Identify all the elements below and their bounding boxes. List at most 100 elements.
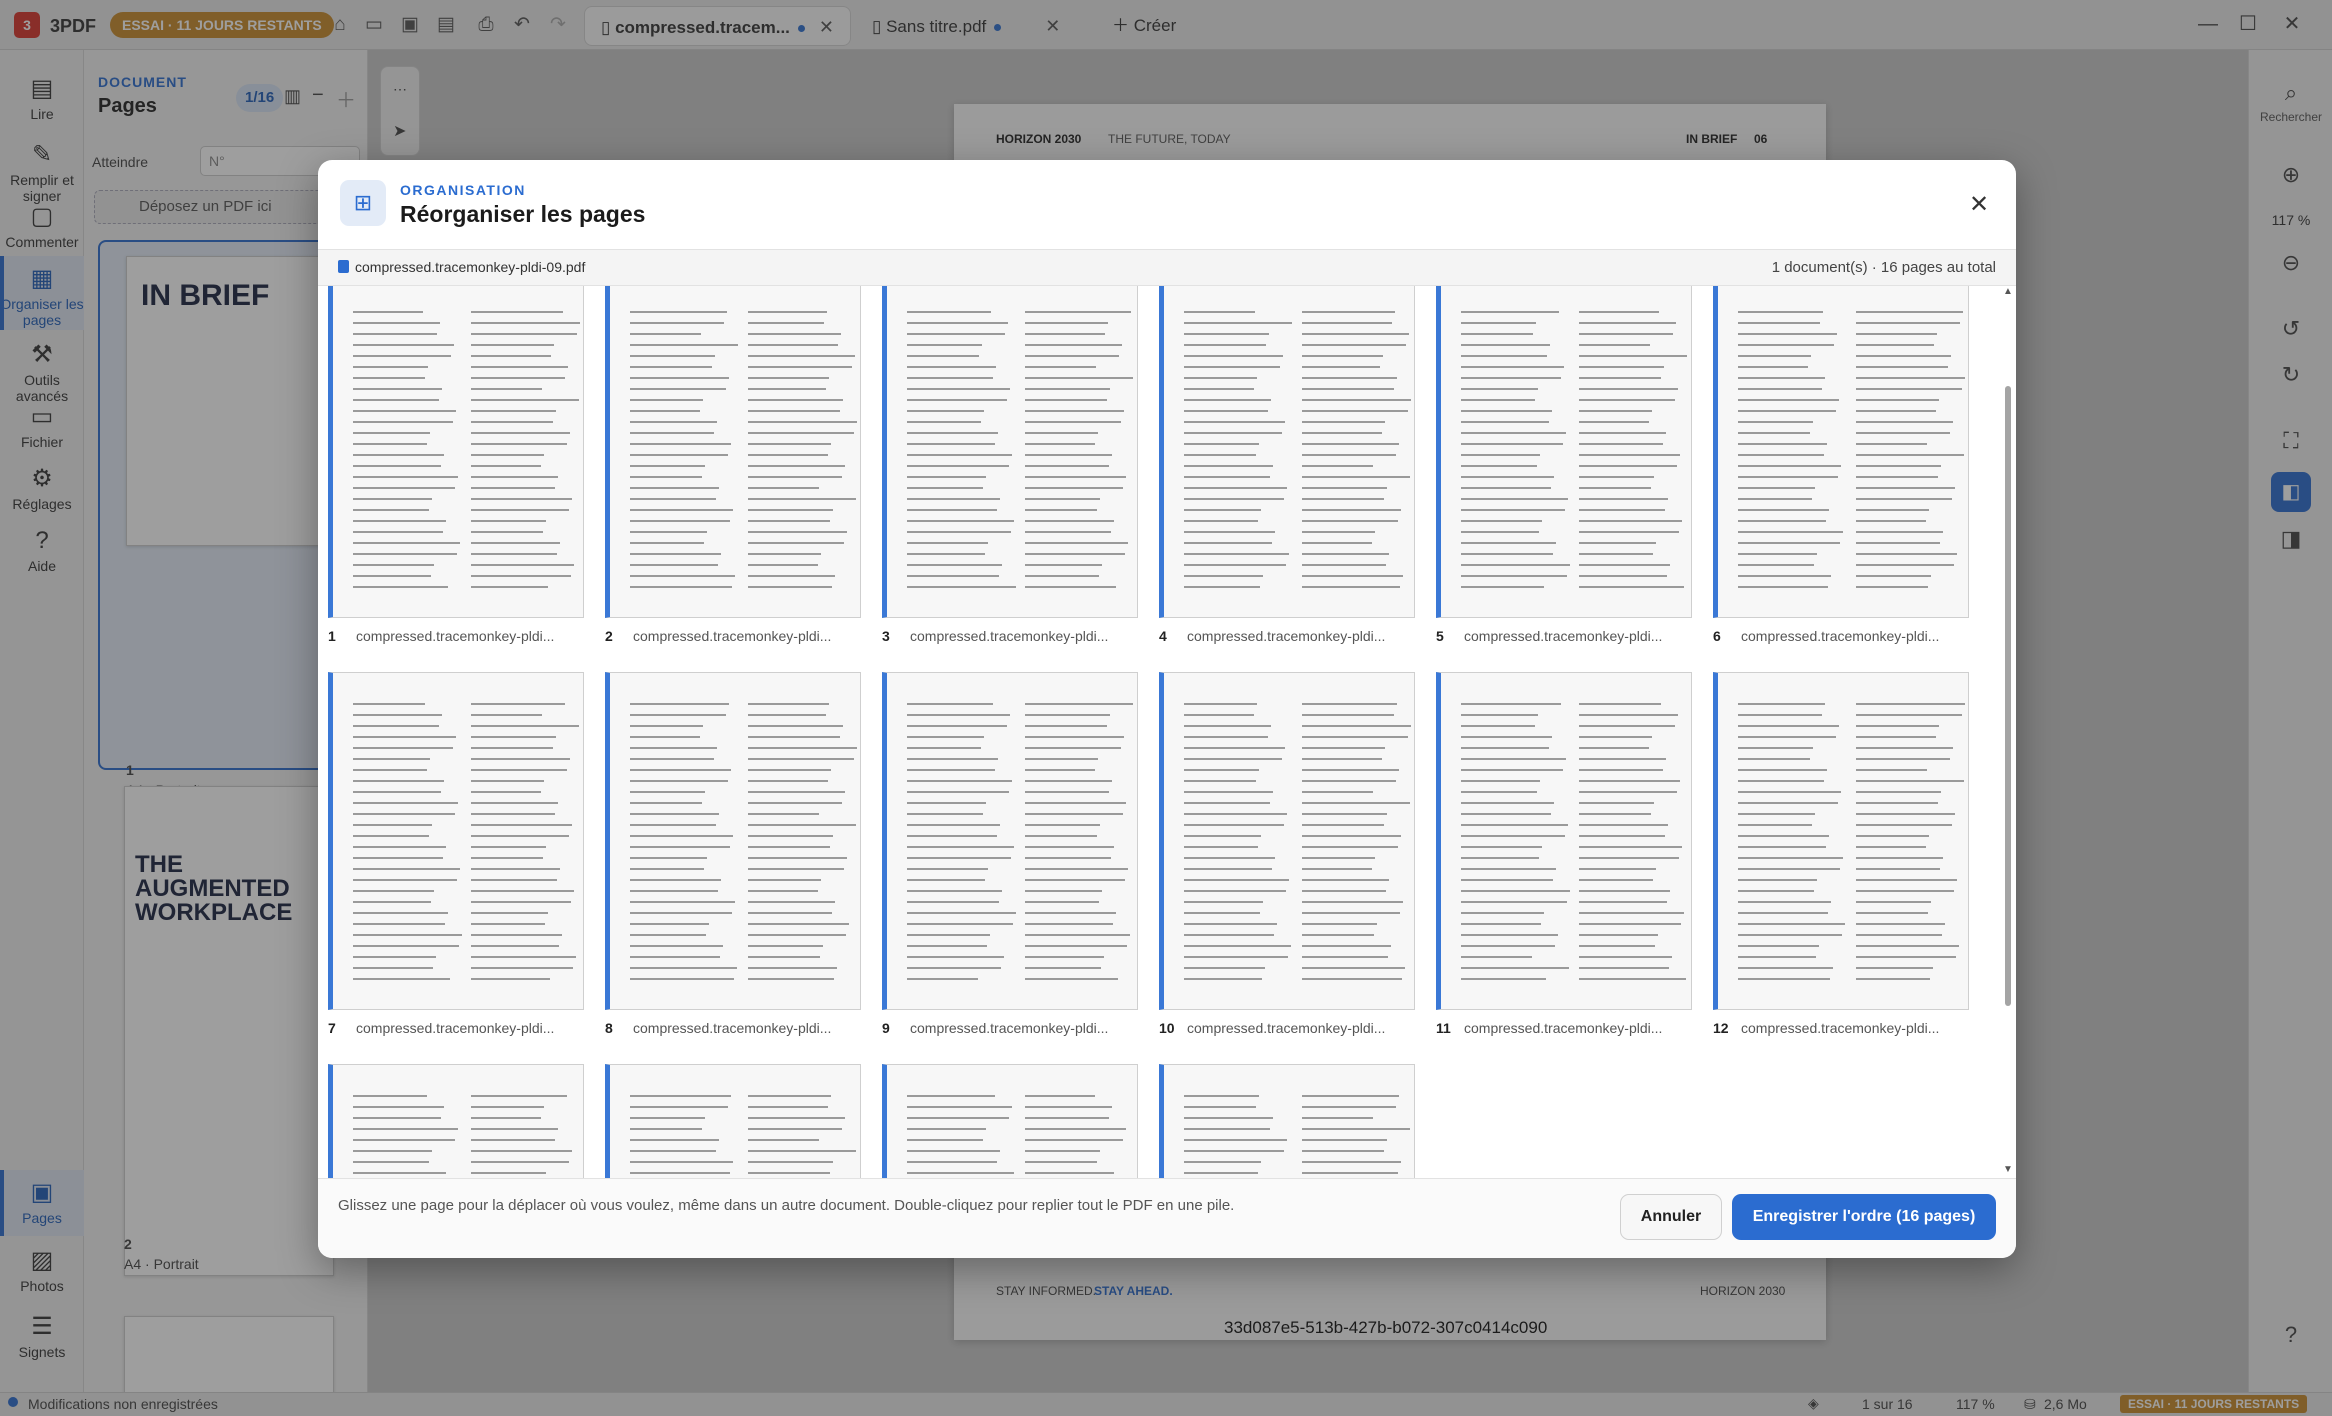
page-thumbnail[interactable] [605, 1064, 861, 1178]
text-line [471, 377, 565, 379]
text-line [630, 978, 734, 980]
scroll-up-icon[interactable]: ▲ [2002, 286, 2014, 297]
text-line [1184, 333, 1269, 335]
page-thumbnail[interactable] [882, 286, 1138, 618]
text-line [1461, 575, 1567, 577]
page-thumbnail[interactable] [328, 672, 584, 1010]
text-line [1302, 487, 1387, 489]
text-line [630, 879, 721, 881]
text-line [353, 432, 430, 434]
page-thumbnail[interactable] [1159, 672, 1415, 1010]
text-line [1302, 879, 1389, 881]
text-line [748, 846, 830, 848]
text-line [630, 366, 712, 368]
text-line [1579, 432, 1666, 434]
text-line [748, 388, 826, 390]
text-line [1302, 956, 1388, 958]
text-line [353, 934, 462, 936]
text-line [353, 769, 427, 771]
text-line [471, 454, 544, 456]
text-line [353, 890, 434, 892]
text-line [748, 476, 842, 478]
text-line [748, 813, 819, 815]
text-line [748, 1139, 819, 1141]
text-line [1025, 923, 1113, 925]
text-line [907, 553, 985, 555]
text-line [471, 575, 571, 577]
page-number: 1 [328, 628, 336, 644]
page-thumbnail[interactable] [605, 286, 861, 618]
text-line [907, 443, 995, 445]
text-line [471, 311, 563, 313]
text-line [630, 824, 716, 826]
save-order-button[interactable]: Enregistrer l'ordre (16 pages) [1732, 1194, 1996, 1240]
text-line [630, 725, 703, 727]
text-line [471, 736, 556, 738]
text-line [630, 901, 735, 903]
text-line [1302, 967, 1405, 969]
text-line [1302, 564, 1386, 566]
text-line [353, 355, 451, 357]
text-line [353, 333, 437, 335]
text-line [630, 791, 705, 793]
page-thumbnail[interactable] [328, 1064, 584, 1178]
page-thumbnail[interactable] [882, 1064, 1138, 1178]
page-thumbnail[interactable] [882, 672, 1138, 1010]
cancel-button[interactable]: Annuler [1620, 1194, 1722, 1240]
text-line [1184, 747, 1285, 749]
text-line [907, 1117, 1009, 1119]
text-line [471, 912, 548, 914]
text-line [907, 703, 993, 705]
text-line [1302, 857, 1375, 859]
text-line [748, 758, 854, 760]
text-line [630, 454, 728, 456]
text-line [353, 322, 440, 324]
text-line [907, 1139, 983, 1141]
text-line [1302, 736, 1408, 738]
text-line [471, 857, 543, 859]
text-line [1461, 443, 1563, 445]
page-number: 6 [1713, 628, 1721, 644]
text-line [471, 553, 557, 555]
text-line [1461, 476, 1554, 478]
text-line [1025, 399, 1107, 401]
text-line [748, 399, 843, 401]
text-line [630, 322, 724, 324]
grid-scrollbar[interactable]: ▲ ▼ [2002, 286, 2014, 1178]
text-line [1738, 802, 1838, 804]
text-line [1738, 901, 1831, 903]
scrollbar-thumb[interactable] [2005, 386, 2011, 1006]
text-line [1025, 575, 1099, 577]
text-line [1738, 934, 1842, 936]
close-icon[interactable]: ✕ [1964, 190, 1994, 220]
dialog-file-bar: compressed.tracemonkey-pldi-09.pdf 1 doc… [318, 250, 2016, 286]
page-thumbnail[interactable] [1159, 1064, 1415, 1178]
page-thumbnail[interactable] [328, 286, 584, 618]
text-line [1184, 1117, 1273, 1119]
page-thumbnail[interactable] [1436, 286, 1692, 618]
text-line [471, 465, 541, 467]
text-line [748, 377, 829, 379]
text-line [1579, 344, 1650, 346]
page-thumbnail[interactable] [1159, 286, 1415, 618]
text-line [907, 802, 986, 804]
text-line [1579, 575, 1667, 577]
page-thumbnail[interactable] [1436, 672, 1692, 1010]
text-line [353, 1106, 444, 1108]
page-thumbnail[interactable] [1713, 672, 1969, 1010]
text-line [630, 802, 702, 804]
text-line [471, 1117, 541, 1119]
text-line [353, 747, 453, 749]
page-file-name: compressed.tracemonkey-pldi... [633, 628, 832, 644]
scroll-down-icon[interactable]: ▼ [2002, 1164, 2014, 1175]
text-line [471, 978, 550, 980]
text-line [1184, 780, 1256, 782]
text-line [748, 769, 831, 771]
text-line [1856, 934, 1942, 936]
text-line [1184, 454, 1256, 456]
text-line [907, 487, 983, 489]
page-thumbnail[interactable] [1713, 286, 1969, 618]
text-line [353, 575, 431, 577]
page-thumbnail[interactable] [605, 672, 861, 1010]
text-line [1738, 868, 1840, 870]
